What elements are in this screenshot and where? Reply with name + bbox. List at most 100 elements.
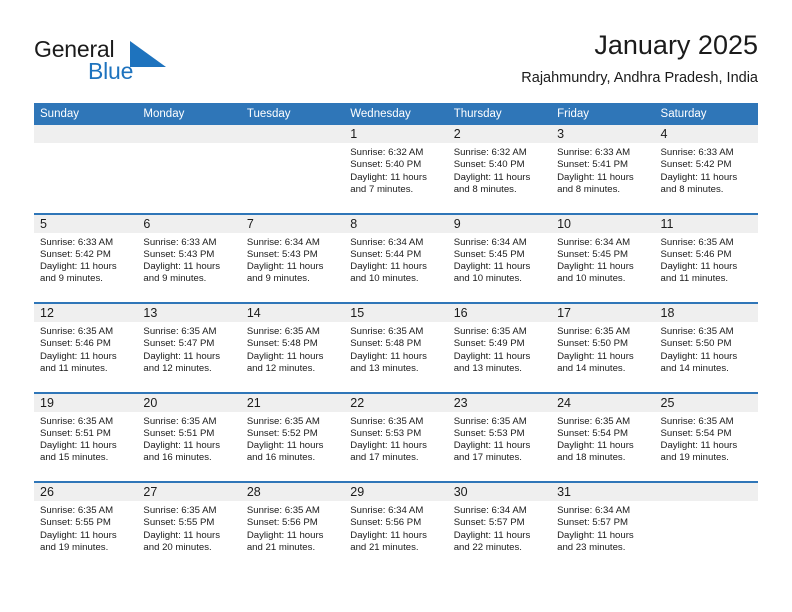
day-cell[interactable]: 13 Sunrise: 6:35 AM Sunset: 5:47 PM Dayl… — [137, 304, 241, 392]
day-cell[interactable]: 22 Sunrise: 6:35 AM Sunset: 5:53 PM Dayl… — [344, 393, 448, 481]
day-cell[interactable]: 30 Sunrise: 6:34 AM Sunset: 5:57 PM Dayl… — [447, 483, 552, 573]
daylight-text-line2: and 21 minutes. — [350, 541, 419, 553]
day-cell[interactable]: 5 Sunrise: 6:33 AM Sunset: 5:42 PM Dayli… — [34, 214, 138, 302]
daylight-text-line1: Daylight: 11 hours — [453, 440, 531, 452]
day-cell[interactable]: 9 Sunrise: 6:34 AM Sunset: 5:45 PM Dayli… — [447, 214, 552, 302]
day-number: 12 — [40, 306, 54, 320]
day-number: 24 — [557, 395, 572, 410]
day-cell[interactable]: 17 Sunrise: 6:35 AM Sunset: 5:50 PM Dayl… — [551, 304, 655, 392]
day-number-band: 19 — [34, 393, 138, 412]
weekday-header-tuesday: Tuesday — [246, 108, 291, 120]
day-details — [34, 143, 137, 147]
day-cell[interactable]: 29 Sunrise: 6:34 AM Sunset: 5:56 PM Dayl… — [344, 483, 448, 573]
day-cell[interactable]: 2 Sunrise: 6:32 AM Sunset: 5:40 PM Dayli… — [447, 125, 552, 213]
day-number: 15 — [350, 306, 365, 320]
sunrise-text: Sunrise: 6:35 AM — [143, 505, 217, 516]
daylight-text-line2: and 13 minutes. — [453, 362, 522, 374]
day-cell[interactable]: 6 Sunrise: 6:33 AM Sunset: 5:43 PM Dayli… — [137, 214, 241, 302]
day-number-band: 11 — [654, 214, 758, 233]
sunrise-text: Sunrise: 6:35 AM — [143, 415, 217, 427]
day-number: 31 — [557, 485, 572, 499]
day-cell[interactable]: 19 Sunrise: 6:35 AM Sunset: 5:51 PM Dayl… — [34, 393, 138, 481]
day-number: 3 — [557, 127, 565, 141]
daylight-text-line2: and 16 minutes. — [143, 452, 212, 464]
day-cell[interactable]: 15 Sunrise: 6:35 AM Sunset: 5:48 PM Dayl… — [344, 304, 448, 392]
day-details: Sunrise: 6:35 AM Sunset: 5:46 PM Dayligh… — [34, 322, 137, 375]
day-cell[interactable]: 23 Sunrise: 6:35 AM Sunset: 5:53 PM Dayl… — [447, 393, 552, 481]
sunset-text: Sunset: 5:50 PM — [660, 338, 732, 350]
daylight-text-line1: Daylight: 11 hours — [40, 529, 117, 541]
day-number-band: 12 — [34, 304, 138, 322]
day-cell[interactable]: 10 Sunrise: 6:34 AM Sunset: 5:45 PM Dayl… — [551, 214, 655, 302]
day-details: Sunrise: 6:35 AM Sunset: 5:53 PM Dayligh… — [448, 412, 551, 465]
day-number: 4 — [660, 127, 668, 141]
day-number: 27 — [143, 485, 158, 499]
daylight-text-line1: Daylight: 11 hours — [40, 440, 117, 452]
day-cell[interactable]: 12 Sunrise: 6:35 AM Sunset: 5:46 PM Dayl… — [34, 304, 138, 392]
day-number-band: 5 — [34, 214, 138, 233]
day-details: Sunrise: 6:33 AM Sunset: 5:42 PM Dayligh… — [34, 233, 137, 286]
weekday-header-sunday: Sunday — [40, 108, 80, 120]
day-details: Sunrise: 6:35 AM Sunset: 5:50 PM Dayligh… — [655, 322, 758, 375]
day-cell[interactable]: 7 Sunrise: 6:34 AM Sunset: 5:43 PM Dayli… — [240, 214, 345, 302]
day-cell[interactable]: 24 Sunrise: 6:35 AM Sunset: 5:54 PM Dayl… — [551, 393, 655, 481]
day-number: 23 — [453, 395, 468, 410]
day-cell[interactable]: 18 Sunrise: 6:35 AM Sunset: 5:50 PM Dayl… — [654, 304, 758, 392]
day-cell[interactable]: 20 Sunrise: 6:35 AM Sunset: 5:51 PM Dayl… — [137, 393, 241, 481]
day-details: Sunrise: 6:34 AM Sunset: 5:45 PM Dayligh… — [448, 233, 551, 286]
day-cell[interactable]: 4 Sunrise: 6:33 AM Sunset: 5:42 PM Dayli… — [654, 125, 758, 213]
day-number-band: 7 — [240, 214, 345, 233]
day-cell[interactable] — [654, 483, 758, 573]
day-number: 8 — [350, 216, 358, 231]
day-cell[interactable]: 26 Sunrise: 6:35 AM Sunset: 5:55 PM Dayl… — [34, 483, 138, 573]
daylight-text-line1: Daylight: 11 hours — [557, 440, 634, 452]
brand-logo[interactable]: General Blue — [34, 28, 214, 90]
daylight-text-line2: and 18 minutes. — [557, 452, 626, 464]
day-cell[interactable]: 1 Sunrise: 6:32 AM Sunset: 5:40 PM Dayli… — [344, 125, 448, 213]
day-details: Sunrise: 6:35 AM Sunset: 5:56 PM Dayligh… — [241, 501, 344, 554]
day-cell[interactable]: 8 Sunrise: 6:34 AM Sunset: 5:44 PM Dayli… — [344, 214, 448, 302]
daylight-text-line1: Daylight: 11 hours — [660, 171, 738, 183]
day-cell[interactable]: 14 Sunrise: 6:35 AM Sunset: 5:48 PM Dayl… — [240, 304, 345, 392]
daylight-text-line2: and 8 minutes. — [453, 183, 517, 195]
day-cell[interactable] — [137, 125, 241, 213]
day-cell[interactable]: 21 Sunrise: 6:35 AM Sunset: 5:52 PM Dayl… — [240, 393, 345, 481]
daylight-text-line2: and 8 minutes. — [660, 183, 724, 195]
day-number-band: 30 — [447, 483, 552, 501]
sunrise-text: Sunrise: 6:35 AM — [246, 415, 320, 427]
day-cell[interactable]: 28 Sunrise: 6:35 AM Sunset: 5:56 PM Dayl… — [240, 483, 345, 573]
day-number: 16 — [453, 306, 468, 320]
sunset-text: Sunset: 5:45 PM — [453, 248, 525, 260]
day-number — [137, 127, 143, 141]
sunset-text: Sunset: 5:43 PM — [246, 248, 318, 260]
brand-triangle-icon — [130, 41, 166, 67]
daylight-text-line1: Daylight: 11 hours — [350, 261, 427, 273]
sunrise-text: Sunrise: 6:35 AM — [40, 505, 114, 516]
weekday-header-friday: Friday — [557, 108, 590, 120]
day-cell[interactable]: 31 Sunrise: 6:34 AM Sunset: 5:57 PM Dayl… — [551, 483, 655, 573]
day-cell[interactable] — [240, 125, 345, 213]
day-number-band: 1 — [344, 125, 448, 143]
sunset-text: Sunset: 5:53 PM — [350, 427, 422, 439]
day-number: 7 — [246, 216, 254, 231]
calendar-grid: Sunday Monday Tuesday Wednesday Thursday… — [34, 103, 758, 573]
day-cell[interactable]: 16 Sunrise: 6:35 AM Sunset: 5:49 PM Dayl… — [447, 304, 552, 392]
daylight-text-line2: and 10 minutes. — [350, 273, 419, 285]
day-number-band: 10 — [551, 214, 655, 233]
sunset-text: Sunset: 5:56 PM — [246, 517, 318, 529]
weekday-header-wednesday: Wednesday — [350, 108, 411, 120]
sunset-text: Sunset: 5:55 PM — [143, 517, 215, 529]
day-cell[interactable]: 11 Sunrise: 6:35 AM Sunset: 5:46 PM Dayl… — [654, 214, 758, 302]
daylight-text-line2: and 23 minutes. — [557, 541, 626, 553]
day-cell[interactable]: 3 Sunrise: 6:33 AM Sunset: 5:41 PM Dayli… — [551, 125, 655, 213]
sunset-text: Sunset: 5:48 PM — [350, 338, 422, 350]
daylight-text-line1: Daylight: 11 hours — [557, 171, 634, 183]
day-cell[interactable] — [34, 125, 138, 213]
day-cell[interactable]: 25 Sunrise: 6:35 AM Sunset: 5:54 PM Dayl… — [654, 393, 758, 481]
day-number-band: 27 — [137, 483, 241, 501]
day-number-band: 20 — [137, 393, 241, 412]
daylight-text-line1: Daylight: 11 hours — [143, 529, 221, 541]
day-cell[interactable]: 27 Sunrise: 6:35 AM Sunset: 5:55 PM Dayl… — [137, 483, 241, 573]
day-number: 9 — [453, 216, 461, 231]
day-number-band: 28 — [240, 483, 345, 501]
